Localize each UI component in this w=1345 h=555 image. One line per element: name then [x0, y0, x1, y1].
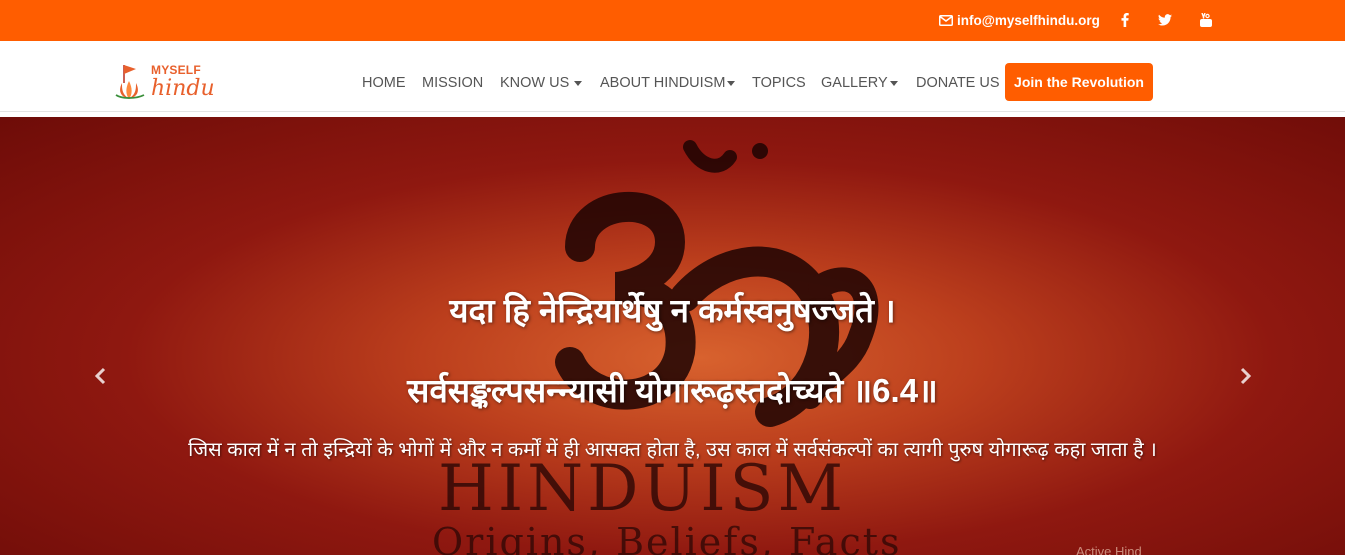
logo-text-top: MYSELF [151, 63, 201, 77]
nav-mission[interactable]: MISSION [422, 75, 483, 91]
background-hinduism-text: HINDUISM [438, 452, 847, 526]
chevron-right-icon [1240, 367, 1252, 385]
envelope-icon [939, 15, 953, 26]
nav-topics[interactable]: TOPICS [752, 75, 806, 91]
verse-meaning: जिस काल में न तो इन्द्रियों के भोगों में… [188, 439, 1157, 461]
nav-about-hinduism-label: ABOUT HINDUISM [600, 75, 726, 91]
chevron-down-icon [727, 80, 736, 86]
nav-donate-us-label: DONATE US [916, 75, 1000, 91]
logo-lotus-icon [115, 65, 145, 99]
nav-about-hinduism[interactable]: ABOUT HINDUISM [600, 75, 736, 91]
nav-gallery-label: GALLERY [821, 75, 888, 91]
top-bar: info@myselfhindu.org [0, 0, 1345, 41]
nav-know-us[interactable]: KNOW US [500, 75, 583, 91]
twitter-icon[interactable] [1157, 12, 1173, 28]
site-logo[interactable]: MYSELF hindu [112, 61, 215, 105]
chevron-down-icon [574, 80, 583, 86]
background-subtitle-text: Origins, Beliefs, Facts [432, 520, 902, 555]
logo-text-bottom: hindu [151, 76, 215, 101]
chevron-left-icon [94, 367, 106, 385]
nav-topics-label: TOPICS [752, 75, 806, 91]
email-text: info@myselfhindu.org [957, 13, 1100, 28]
carousel-prev-button[interactable] [90, 364, 110, 388]
main-navbar: MYSELF hindu HOME MISSION KNOW US ABOUT … [0, 41, 1345, 112]
nav-know-us-label: KNOW US [500, 75, 570, 91]
nav-gallery[interactable]: GALLERY [821, 75, 898, 91]
verse-line-1: यदा हि नेन्द्रियार्थेषु न कर्मस्वनुषज्जत… [449, 292, 896, 329]
hero-slider: HINDUISM Origins, Beliefs, Facts Active … [0, 117, 1345, 555]
facebook-icon[interactable] [1117, 12, 1133, 28]
nav-home-label: HOME [362, 75, 406, 91]
background-credit-text: Active Hind [1076, 544, 1142, 555]
nav-mission-label: MISSION [422, 75, 484, 91]
nav-home[interactable]: HOME [362, 75, 406, 91]
carousel-next-button[interactable] [1236, 364, 1256, 388]
nav-donate-us[interactable]: DONATE US [916, 75, 1000, 91]
youtube-icon[interactable] [1198, 12, 1214, 28]
join-revolution-button[interactable]: Join the Revolution [1005, 63, 1153, 101]
verse-line-2: सर्वसङ्कल्पसन्न्यासी योगारूढ़स्तदोच्यते … [407, 372, 938, 409]
email-link[interactable]: info@myselfhindu.org [939, 13, 1100, 28]
chevron-down-icon [889, 80, 898, 86]
